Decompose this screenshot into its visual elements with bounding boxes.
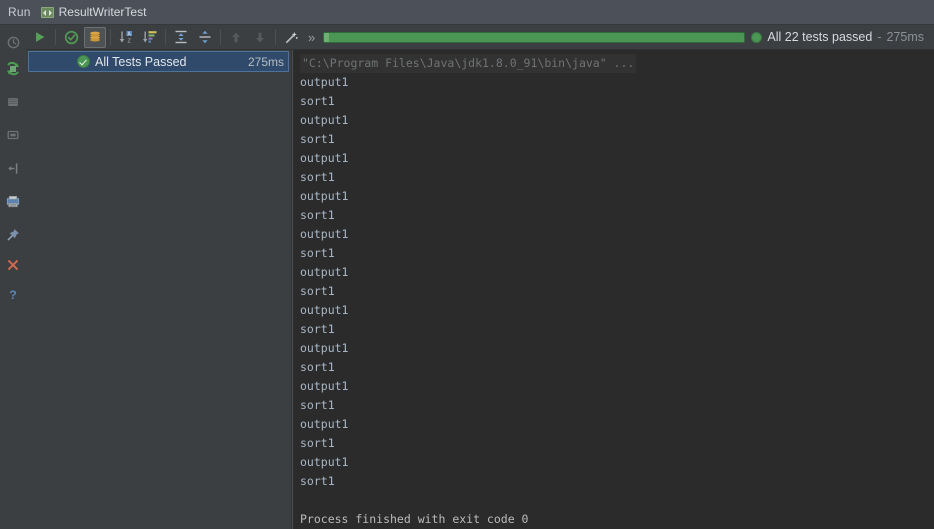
import-tests-icon [7,61,19,76]
sort-duration-icon [143,31,157,43]
test-tree-row[interactable]: All Tests Passed 275ms [28,51,289,72]
toolbar-separator [110,29,111,45]
sidebar-item-stop[interactable] [2,91,24,113]
console-line: output1 [300,265,349,279]
stop-square-icon [8,98,18,106]
prev-failed-test-button[interactable] [225,27,247,48]
sidebar-item-pin-tab[interactable] [2,223,24,245]
console-line: output1 [300,417,349,431]
console-line: sort1 [300,322,335,336]
test-tree-row-duration: 275ms [247,54,284,69]
test-status-duration: 275ms [886,30,924,44]
settings-button[interactable] [280,27,302,48]
console-line: sort1 [300,208,335,222]
arrow-down-icon [256,32,264,42]
green-check-icon [77,55,90,68]
show-passed-button[interactable] [60,27,82,48]
pin-icon [7,228,19,240]
console-line: output1 [300,75,349,89]
console-line: output1 [300,341,349,355]
sidebar-item-history[interactable] [2,31,24,53]
toolbar-separator [220,29,221,45]
svg-text:Z: Z [127,39,131,45]
toolbar-separator [165,29,166,45]
soft-wrap-icon [7,162,17,174]
sidebar-item-help[interactable]: ? [2,283,24,305]
run-sidebar-toolstrip: ? [0,25,26,529]
toolbar-separator [275,29,276,45]
console-line: output1 [300,303,349,317]
test-progress-container [319,31,751,43]
sidebar-item-close[interactable] [2,254,24,276]
console-line: output1 [300,151,349,165]
sort-alphabetically-button[interactable]: A Z [115,27,137,48]
sidebar-item-import-tests[interactable] [2,58,24,80]
sort-alpha-icon: A Z [119,31,132,45]
console-line: sort1 [300,284,335,298]
sort-by-duration-button[interactable] [139,27,161,48]
console-line: output1 [300,455,349,469]
console-line: output1 [300,379,349,393]
run-tab-label: ResultWriterTest [58,5,147,19]
sidebar-item-dump-threads[interactable] [2,124,24,146]
expand-all-icon [175,30,187,44]
test-results-tree[interactable]: All Tests Passed 275ms [26,50,291,529]
console-line-command: "C:\Program Files\Java\jdk1.8.0_91\bin\j… [300,54,637,73]
console-line: sort1 [300,246,335,260]
console-line: output1 [300,189,349,203]
close-x-icon [8,260,18,270]
sidebar-item-soft-wrap[interactable] [2,157,24,179]
console-line: output1 [300,113,349,127]
toolbar-overflow-button[interactable]: » [303,30,319,45]
tool-window-body: ? A Z » All 22 tests passed - 275ms All … [0,25,934,529]
expand-all-button[interactable] [170,27,192,48]
console-line: sort1 [300,94,335,108]
play-icon [36,32,45,42]
console-line: sort1 [300,474,335,488]
dump-threads-icon [7,130,19,140]
magic-wand-icon [285,31,298,43]
test-tree-row-label: All Tests Passed [95,54,187,69]
show-ignored-button[interactable] [84,26,106,48]
question-mark-icon: ? [9,287,16,301]
green-status-dot [751,31,763,43]
collapse-all-button[interactable] [194,27,216,48]
collapse-all-icon [199,30,211,44]
history-clock-icon [7,36,19,48]
run-tool-window: Run ResultWriterTest ? A Z » All 22 test… [0,0,934,529]
ignored-stack-icon [90,31,100,42]
test-runner-toolbar: A Z » All 22 tests passed - 275ms [26,25,934,50]
run-configuration-icon [40,6,54,18]
tool-window-label: Run [8,5,31,19]
console-line: sort1 [300,436,335,450]
ok-circle-icon [64,30,78,44]
next-failed-test-button[interactable] [249,27,271,48]
console-line: output1 [300,227,349,241]
tool-window-titlebar: Run ResultWriterTest [0,0,934,25]
rerun-button[interactable] [29,27,51,48]
console-line-process-finished: Process finished with exit code 0 [300,512,529,526]
run-tab-resultwritertest[interactable]: ResultWriterTest [40,5,147,19]
test-status-container: All 22 tests passed - 275ms [751,30,934,44]
test-progress-bar [323,31,746,43]
console-line: sort1 [300,132,335,146]
console-line: sort1 [300,170,335,184]
console-line: sort1 [300,398,335,412]
test-status-separator: - [877,30,882,44]
console-output[interactable]: "C:\Program Files\Java\jdk1.8.0_91\bin\j… [294,50,934,529]
test-status-message: All 22 tests passed [767,30,873,44]
console-line: sort1 [300,360,335,374]
results-and-console: All Tests Passed 275ms "C:\Program Files… [26,50,934,529]
run-content-column: A Z » All 22 tests passed - 275ms All Te… [26,25,934,529]
sidebar-item-print[interactable] [2,190,24,212]
svg-text:?: ? [9,287,16,301]
print-icon [6,195,20,207]
toolbar-separator [55,29,56,45]
arrow-up-icon [232,32,240,42]
